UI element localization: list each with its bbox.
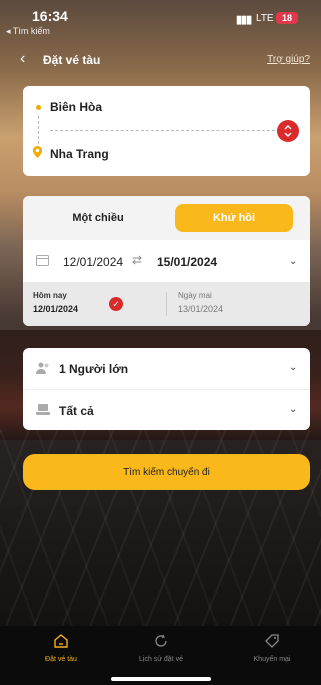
status-time: 16:34 [32, 8, 68, 24]
nav-label: Khuyến mại [253, 656, 291, 663]
trip-type-tabs: Một chiều Khứ hồi [23, 196, 310, 240]
status-bar: 16:34 ◂ Tìm kiếm ▮▮▮ LTE 18 [0, 0, 321, 40]
back-arrow-icon[interactable]: ‹ [20, 50, 25, 68]
quick-date-options: Hôm nay 12/01/2024 ✓ Ngày mai 13/01/2024 [23, 282, 310, 326]
help-link[interactable]: Trợ giúp? [267, 54, 310, 65]
battery-icon: 18 [276, 12, 298, 24]
back-to-app-link[interactable]: ◂ Tìm kiếm [6, 26, 50, 37]
today-label: Hôm nay [33, 291, 67, 300]
home-icon [54, 634, 68, 648]
search-trips-button[interactable]: Tìm kiếm chuyến đi [23, 454, 310, 490]
destination-station[interactable]: Nha Trang [50, 147, 109, 161]
seat-class-selector[interactable]: Tất cả ⌄ [23, 389, 310, 430]
options-card: 1 Người lớn ⌄ Tất cả ⌄ [23, 348, 310, 430]
tab-round-trip[interactable]: Khứ hồi [175, 204, 293, 232]
page-title: Đặt vé tàu [43, 53, 101, 67]
swap-icon [284, 125, 292, 137]
return-date: 15/01/2024 [157, 255, 218, 269]
tab-one-way[interactable]: Một chiều [23, 196, 173, 240]
round-trip-arrows-icon: ⇄ [132, 253, 143, 267]
route-divider [50, 130, 290, 131]
route-card: Biên Hòa Nha Trang [23, 86, 310, 176]
signal-icon: ▮▮▮ [236, 14, 252, 26]
tag-icon [265, 634, 279, 648]
quick-date-today[interactable]: Hôm nay 12/01/2024 ✓ [23, 282, 165, 326]
check-icon: ✓ [109, 297, 123, 311]
date-selector[interactable]: 12/01/2024 ⇄ 15/01/2024 ⌄ [23, 240, 310, 282]
app-header: ‹ Đặt vé tàu Trợ giúp? [0, 48, 321, 72]
depart-date: 12/01/2024 [63, 255, 124, 269]
tomorrow-label: Ngày mai [178, 291, 212, 300]
destination-pin-icon [33, 146, 42, 161]
nav-label: Đặt vé tàu [45, 656, 77, 663]
calendar-icon [36, 255, 49, 266]
quick-date-divider [166, 292, 167, 316]
chevron-down-icon: ⌄ [289, 404, 298, 415]
nav-label: Lịch sử đặt vé [139, 656, 183, 663]
quick-date-tomorrow[interactable]: Ngày mai 13/01/2024 [168, 282, 310, 326]
network-type: LTE [256, 13, 274, 24]
nav-booking-history[interactable]: Lịch sử đặt vé [121, 634, 201, 663]
users-icon [36, 362, 49, 374]
today-date: 12/01/2024 [33, 304, 79, 314]
trip-card: Một chiều Khứ hồi 12/01/2024 ⇄ 15/01/202… [23, 196, 310, 326]
swap-stations-button[interactable] [277, 120, 299, 142]
home-indicator [111, 677, 211, 681]
passenger-selector[interactable]: 1 Người lớn ⌄ [23, 348, 310, 389]
nav-book-tickets[interactable]: Đặt vé tàu [21, 634, 101, 663]
history-icon [155, 634, 167, 647]
origin-dot-icon [36, 105, 41, 110]
route-connector [38, 116, 39, 144]
origin-station[interactable]: Biên Hòa [50, 100, 102, 114]
passenger-count: 1 Người lớn [59, 362, 129, 376]
chevron-down-icon: ⌄ [289, 362, 298, 373]
tomorrow-date: 13/01/2024 [178, 304, 224, 314]
seat-icon [36, 404, 50, 415]
chevron-down-icon: ⌄ [289, 256, 298, 267]
seat-class-value: Tất cả [59, 404, 94, 418]
nav-promotions[interactable]: Khuyến mại [232, 634, 312, 663]
